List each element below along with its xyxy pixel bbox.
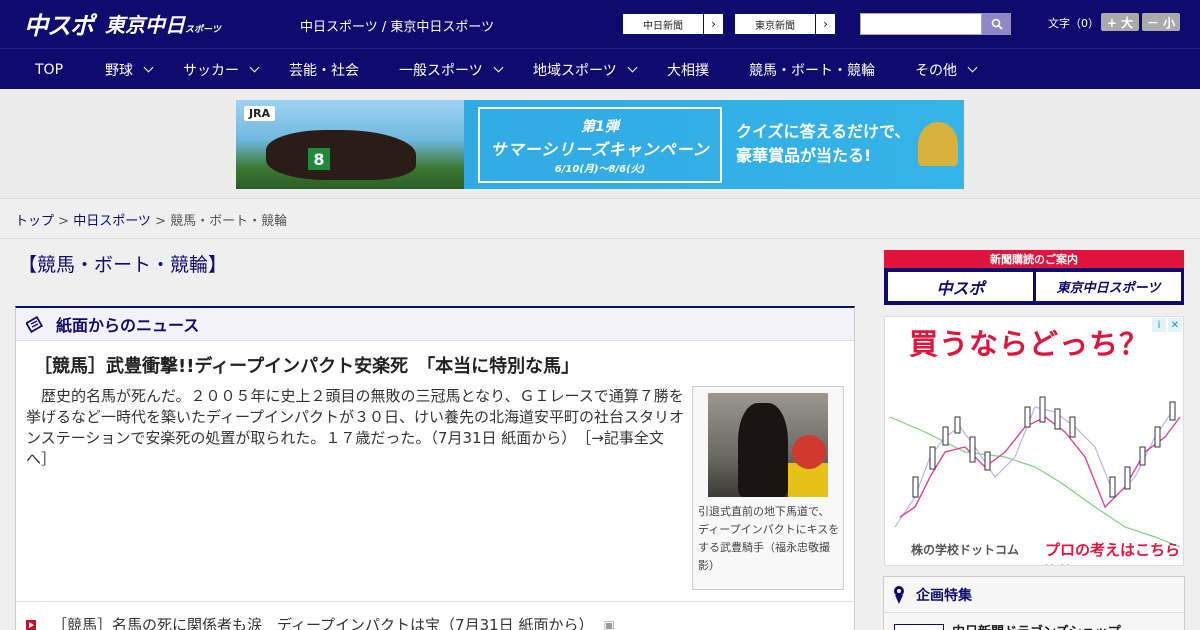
site-logo[interactable]: 中スポ 東京中日スポーツ xyxy=(24,6,221,41)
article-summary[interactable]: 歴史的名馬が死んだ。２００５年に史上２頭目の無敗の三冠馬となり、ＧＩレースで通算… xyxy=(26,386,686,470)
jra-banner-ad[interactable]: 8 JRA 第1弾 サマーシリーズキャンペーン 6/10(月)～8/6(火) ク… xyxy=(236,100,964,189)
search-icon xyxy=(991,18,1003,30)
chevron-right-icon: › xyxy=(703,14,723,34)
banner-campaign-title: 第1弾 サマーシリーズキャンペーン 6/10(月)～8/6(火) xyxy=(478,107,722,183)
banner-promo-text: クイズに答えるだけで、 豪華賞品が当たる! xyxy=(736,122,911,165)
nav-item-other[interactable]: その他 xyxy=(915,49,978,90)
article-photo[interactable]: 引退式直前の地下馬道で、ディープインパクトにキスをする武豊騎手（福永忠敬撮影） xyxy=(692,386,844,590)
nav-item-sumo[interactable]: 大相撲 xyxy=(667,49,709,90)
chevron-down-icon xyxy=(627,62,638,73)
medal-icon xyxy=(894,585,904,604)
chevron-down-icon xyxy=(249,62,260,73)
subscribe-chuspo-button[interactable]: 中スポ xyxy=(888,272,1033,301)
ad-brand: 株の学校ドットコム xyxy=(911,543,1020,557)
ad-cta[interactable]: プロの考えはこちら≫≫ xyxy=(1045,539,1183,565)
chevron-down-icon xyxy=(493,62,504,73)
list-item[interactable]: ［競馬］名馬の死に関係者も涙 ディープインパクトは宝（7月31日 紙面から） ▣ xyxy=(26,614,615,630)
search-input[interactable] xyxy=(860,13,982,35)
nav-item-entertainment[interactable]: 芸能・社会 xyxy=(289,49,359,90)
search-button[interactable] xyxy=(982,13,1011,35)
article-headline[interactable]: ［競馬］武豊衝撃!!ディープインパクト安楽死 「本当に特別な馬」 xyxy=(34,352,579,378)
adchoices-icon[interactable]: i ✕ xyxy=(1152,318,1182,332)
divider xyxy=(16,601,854,602)
special-features-box: 企画特集 中日新聞ドラゴンズショップ xyxy=(883,576,1185,630)
chevron-down-icon xyxy=(143,62,154,73)
nav-item-soccer[interactable]: サッカー xyxy=(183,49,260,90)
nav-item-top[interactable]: TOP xyxy=(35,49,63,90)
camera-icon: ▣ xyxy=(603,617,615,630)
news-section: 紙面からのニュース ［競馬］武豊衝撃!!ディープインパクト安楽死 「本当に特別な… xyxy=(15,306,855,630)
chevron-right-icon: › xyxy=(815,14,835,34)
subscription-box: 新聞購読のご案内 中スポ 東京中日スポーツ xyxy=(884,250,1184,305)
play-icon xyxy=(26,619,36,630)
horse-jockey-photo xyxy=(708,393,828,497)
chevron-down-icon xyxy=(967,62,978,73)
tokyo-shimbun-link[interactable]: 東京新聞 › xyxy=(734,13,836,35)
banner-area: 8 JRA 第1弾 サマーシリーズキャンペーン 6/10(月)～8/6(火) ク… xyxy=(0,89,1200,199)
font-size-label: 文字（0） xyxy=(1048,17,1099,30)
logo-chuspo[interactable]: 中スポ xyxy=(24,6,94,41)
photo-caption: 引退式直前の地下馬道で、ディープインパクトにキスをする武豊騎手（福永忠敬撮影） xyxy=(698,505,840,572)
breadcrumb: トップ > 中日スポーツ > 競馬・ボート・競輪 xyxy=(15,214,288,229)
trophy-icon xyxy=(918,122,958,166)
jra-logo: JRA xyxy=(244,106,276,121)
special-feature-item[interactable]: 中日新聞ドラゴンズショップ xyxy=(894,621,1121,630)
page-title: 【競馬・ボート・競輪】 xyxy=(18,254,228,276)
site-links[interactable]: 中日スポーツ / 東京中日スポーツ xyxy=(300,16,494,35)
breadcrumb-section[interactable]: 中日スポーツ xyxy=(73,214,151,229)
nav-item-local-sports[interactable]: 地域スポーツ xyxy=(533,49,638,90)
news-section-header: 紙面からのニュース xyxy=(16,308,854,341)
candlestick-chart-image xyxy=(889,396,1181,548)
nav-item-racing[interactable]: 競馬・ボート・競輪 xyxy=(749,49,875,90)
breadcrumb-current: 競馬・ボート・競輪 xyxy=(170,214,288,229)
breadcrumb-home[interactable]: トップ xyxy=(15,214,54,229)
chunichi-shimbun-link[interactable]: 中日新聞 › xyxy=(622,13,724,35)
font-smaller-button[interactable]: － 小 xyxy=(1142,13,1180,31)
news-section-title: 紙面からのニュース xyxy=(56,316,200,335)
stock-ad[interactable]: 買うならどっち？ i✕ 株の学校ドットコム プロの考えはこちら≫≫ xyxy=(884,316,1184,566)
logo-tokyo-chunichi[interactable]: 東京中日スポーツ xyxy=(105,9,221,38)
special-features-header: 企画特集 xyxy=(884,577,1184,613)
thumbnail xyxy=(894,623,944,630)
newspaper-icon xyxy=(26,315,44,333)
subscription-header: 新聞購読のご案内 xyxy=(884,250,1184,268)
subscribe-tokyo-button[interactable]: 東京中日スポーツ xyxy=(1036,272,1181,301)
nav-item-general-sports[interactable]: 一般スポーツ xyxy=(399,49,504,90)
header-bar: 中スポ 東京中日スポーツ 中日スポーツ / 東京中日スポーツ 中日新聞 › 東京… xyxy=(0,0,1200,48)
main-nav: TOP 野球 サッカー 芸能・社会 一般スポーツ 地域スポーツ 大相撲 競馬・ボ… xyxy=(0,48,1200,89)
divider xyxy=(0,238,1200,239)
font-larger-button[interactable]: + 大 xyxy=(1101,13,1139,31)
nav-item-baseball[interactable]: 野球 xyxy=(105,49,154,90)
